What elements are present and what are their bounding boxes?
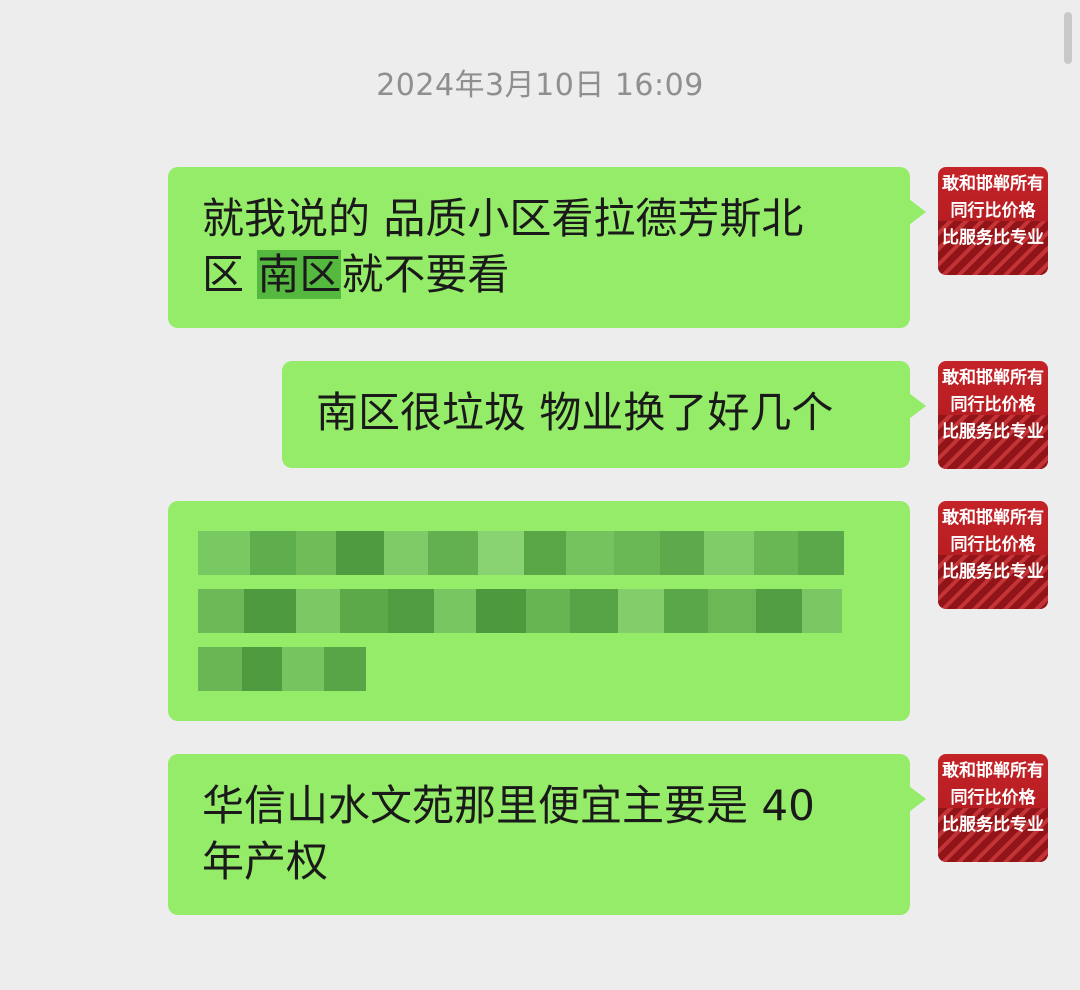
highlighted-text[interactable]: 南区 [257,250,342,299]
avatar-text-line: 比服务比专业 [942,815,1044,835]
message-text-fragment: 区 [202,250,258,299]
avatar-text-line: 比服务比专业 [942,228,1044,248]
avatar[interactable]: 敢和邯郸所有 同行比价格 比服务比专业 [938,361,1048,469]
message-text-line: 就我说的 品质小区看拉德芳斯北 [202,194,804,243]
pixelated-text-row [198,531,844,575]
avatar-text-line: 敢和邯郸所有 [942,368,1044,388]
message-bubble[interactable]: 就我说的 品质小区看拉德芳斯北 区 南区就不要看 [168,167,926,328]
avatar-text-line: 同行比价格 [950,788,1036,808]
message-text-fragment: 就不要看 [341,250,510,299]
avatar-text-line: 敢和邯郸所有 [942,174,1044,194]
avatar[interactable]: 敢和邯郸所有 同行比价格 比服务比专业 [938,167,1048,275]
avatar-text-line: 同行比价格 [950,535,1036,555]
avatar[interactable]: 敢和邯郸所有 同行比价格 比服务比专业 [938,501,1048,609]
avatar-text: 敢和邯郸所有 同行比价格 比服务比专业 [938,501,1048,586]
avatar-text-line: 比服务比专业 [942,562,1044,582]
message-bubble-obscured[interactable] [168,501,910,721]
message-text: 南区很垃圾 物业换了好几个 [316,388,834,437]
avatar-text: 敢和邯郸所有 同行比价格 比服务比专业 [938,167,1048,252]
message-text-line: 华信山水文苑那里便宜主要是 40 [202,781,815,830]
message-bubble[interactable]: 华信山水文苑那里便宜主要是 40 年产权 [168,754,926,915]
avatar[interactable]: 敢和邯郸所有 同行比价格 比服务比专业 [938,754,1048,862]
avatar-text-line: 同行比价格 [950,201,1036,221]
avatar-text: 敢和邯郸所有 同行比价格 比服务比专业 [938,754,1048,839]
avatar-text: 敢和邯郸所有 同行比价格 比服务比专业 [938,361,1048,446]
avatar-text-line: 敢和邯郸所有 [942,508,1044,528]
message-bubble[interactable]: 南区很垃圾 物业换了好几个 [282,361,926,468]
message-text-line: 区 南区就不要看 [202,247,878,303]
avatar-text-line: 敢和邯郸所有 [942,761,1044,781]
avatar-text-line: 同行比价格 [950,395,1036,415]
pixelated-text-row [198,647,366,691]
pixelated-text-row [198,589,842,633]
message-text-line: 年产权 [202,837,329,886]
chat-timestamp: 2024年3月10日 16:09 [376,68,704,103]
avatar-text-line: 比服务比专业 [942,422,1044,442]
scrollbar[interactable] [1064,12,1072,64]
